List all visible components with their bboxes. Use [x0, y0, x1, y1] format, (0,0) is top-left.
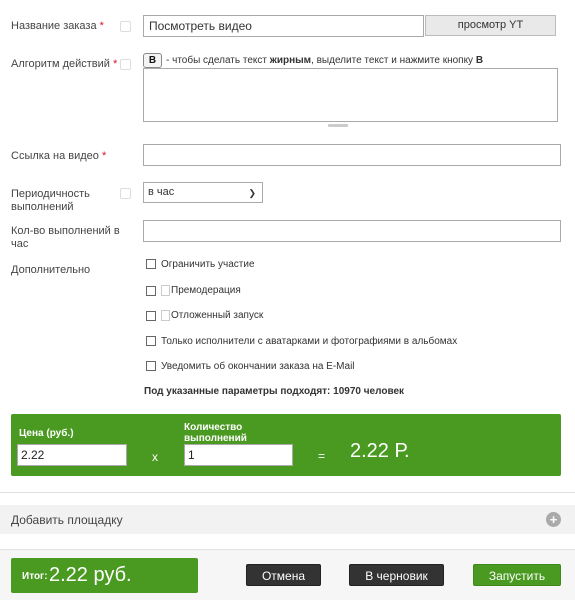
- checkbox[interactable]: [146, 336, 156, 347]
- order-name-input[interactable]: Посмотреть видео: [143, 15, 424, 37]
- price-calculator: Цена (руб.) 2.22 x Количество выполнений …: [11, 414, 561, 476]
- option-delayed-start[interactable]: Отложенный запуск: [146, 310, 263, 321]
- order-name-label: Название заказа *: [11, 20, 104, 32]
- resize-handle[interactable]: [328, 124, 348, 127]
- algorithm-textarea[interactable]: [143, 68, 558, 122]
- bold-hint: - чтобы сделать текст жирным, выделите т…: [166, 55, 484, 66]
- bold-button[interactable]: B: [143, 53, 162, 68]
- help-icon[interactable]: [120, 21, 131, 32]
- quantity-label: Количество выполнений: [184, 422, 247, 444]
- divider: [0, 492, 575, 493]
- option-premoderation[interactable]: Премодерация: [146, 285, 241, 296]
- equals-sign: =: [318, 449, 326, 463]
- help-icon[interactable]: [161, 310, 170, 321]
- option-limit-participation[interactable]: Ограничить участие: [146, 259, 255, 270]
- video-link-label: Ссылка на видео *: [11, 150, 107, 162]
- add-platform-label: Добавить площадку: [11, 513, 123, 527]
- help-icon[interactable]: [161, 285, 170, 296]
- save-draft-button[interactable]: В черновик: [349, 564, 444, 586]
- video-link-input[interactable]: [143, 144, 561, 166]
- checkbox[interactable]: [146, 285, 156, 296]
- help-icon[interactable]: [120, 188, 131, 199]
- price-label: Цена (руб.): [19, 428, 74, 439]
- plus-circle-icon[interactable]: +: [546, 512, 561, 527]
- required-mark: *: [99, 20, 104, 32]
- launch-button[interactable]: Запустить: [473, 564, 561, 586]
- total-value: 2.22 руб.: [49, 564, 132, 586]
- total-caption: Итог:: [22, 571, 48, 582]
- multiply-sign: x: [152, 450, 158, 464]
- price-input[interactable]: 2.22: [17, 444, 127, 466]
- checkbox[interactable]: [146, 361, 156, 372]
- option-avatar-only[interactable]: Только исполнители с аватарками и фотогр…: [146, 336, 457, 347]
- additional-label: Дополнительно: [11, 264, 91, 276]
- add-platform-row[interactable]: Добавить площадку +: [0, 505, 575, 534]
- cancel-button[interactable]: Отмена: [246, 564, 321, 586]
- chevron-down-icon: ❯: [248, 188, 256, 198]
- required-mark: *: [101, 150, 107, 162]
- order-total: Итог: 2.22 руб.: [11, 558, 198, 593]
- algorithm-label: Алгоритм действий *: [11, 58, 118, 70]
- required-mark: *: [112, 58, 118, 70]
- price-total: 2.22 Р.: [350, 440, 410, 462]
- checkbox[interactable]: [146, 310, 156, 321]
- option-email-notify[interactable]: Уведомить об окончании заказа на E-Mail: [146, 361, 355, 372]
- executions-count-label: Кол-во выполнений в час: [11, 225, 120, 250]
- help-icon[interactable]: [120, 59, 131, 70]
- preview-youtube-button[interactable]: просмотр YT: [425, 15, 556, 36]
- matching-users-text: Под указанные параметры подходят: 10970 …: [144, 386, 405, 397]
- quantity-input[interactable]: 1: [184, 444, 293, 466]
- executions-count-input[interactable]: [143, 220, 561, 242]
- checkbox[interactable]: [146, 259, 156, 270]
- periodicity-select[interactable]: в час ❯: [143, 182, 263, 203]
- periodicity-label: Периодичность выполнений: [11, 188, 90, 213]
